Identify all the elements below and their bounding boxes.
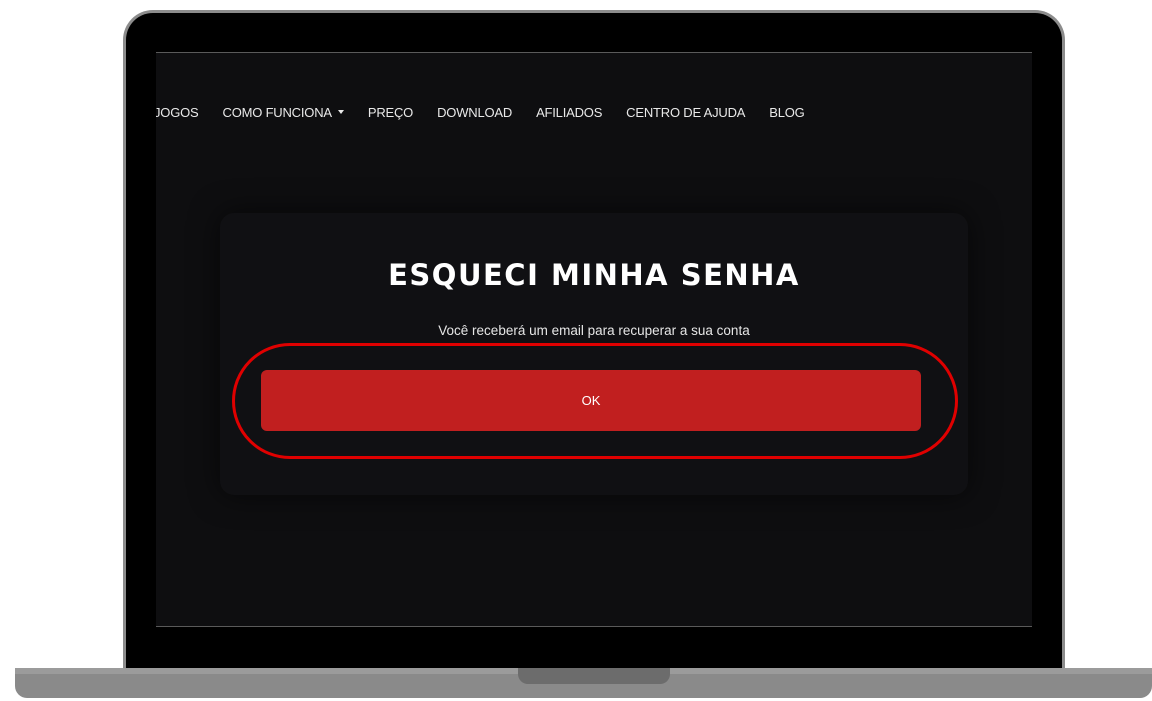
page-title: ESQUECI MINHA SENHA	[388, 258, 800, 292]
nav-item-como-funciona[interactable]: COMO FUNCIONA	[223, 105, 344, 120]
caret-down-icon	[337, 110, 344, 114]
nav-item-afiliados[interactable]: AFILIADOS	[536, 105, 602, 120]
nav-item-download[interactable]: DOWNLOAD	[437, 105, 512, 120]
nav-item-label: BLOG	[769, 104, 805, 120]
nav-item-label: DOWNLOAD	[437, 104, 513, 120]
subtitle-text: Você receberá um email para recuperar a …	[438, 323, 750, 338]
nav-item-label: AFILIADOS	[536, 104, 603, 120]
laptop-notch	[518, 668, 670, 684]
top-nav: JOGOS COMO FUNCIONA PREÇO DOWNLOAD AFILI…	[156, 101, 829, 123]
nav-item-jogos[interactable]: JOGOS	[156, 105, 199, 120]
nav-item-label: PREÇO	[367, 104, 414, 120]
nav-item-label: CENTRO DE AJUDA	[626, 104, 746, 120]
nav-item-label: JOGOS	[156, 104, 199, 120]
nav-item-centro-de-ajuda[interactable]: CENTRO DE AJUDA	[626, 105, 745, 120]
nav-item-blog[interactable]: BLOG	[769, 104, 805, 120]
ok-button[interactable]: OK	[261, 370, 921, 431]
nav-item-preco[interactable]: PREÇO	[368, 105, 413, 120]
screen: JOGOS COMO FUNCIONA PREÇO DOWNLOAD AFILI…	[156, 52, 1032, 627]
forgot-password-card	[220, 213, 968, 495]
nav-item-label: COMO FUNCIONA	[222, 104, 333, 120]
